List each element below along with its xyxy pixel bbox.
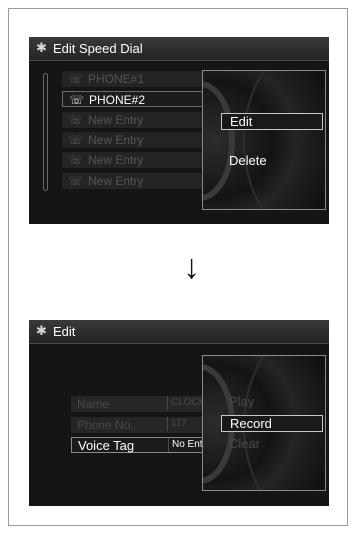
list-item-new-entry-1[interactable]: ☏ New Entry [62,112,214,128]
phone-handset-icon: ☏ [68,133,84,147]
dial-ring [243,71,325,209]
list-item-phone2[interactable]: ☏ PHONE#2 [62,91,214,107]
gear-icon: ✱ [36,323,47,338]
delete-option[interactable]: Delete [221,153,323,170]
phone-handset-icon: ☏ [68,174,84,188]
list-item-phone1[interactable]: ☏ PHONE#1 [62,71,214,87]
phone-handset-icon: ☏ [68,72,84,86]
record-option[interactable]: Record [221,415,323,432]
list-item-new-entry-3[interactable]: ☏ New Entry [62,152,214,168]
options-popup: Edit Delete [202,70,326,210]
phone-handset-icon: ☏ [68,113,84,127]
scroll-bar[interactable] [43,73,48,191]
phone-handset-icon: ☏ [68,153,84,167]
clear-option[interactable]: Clear [221,436,323,453]
screen-title: Edit [53,324,76,339]
list-item-new-entry-4[interactable]: ☏ New Entry [62,173,214,189]
phone-handset-icon: ☏ [69,93,85,107]
list-item-new-entry-2[interactable]: ☏ New Entry [62,132,214,148]
voice-tag-options-popup: Play Record Clear [202,355,326,491]
play-option[interactable]: Play [221,394,323,411]
dial-arc [203,81,235,201]
edit-screen: ✱ Edit Name CLOCK Phone No. 117 Voice Ta… [29,320,329,506]
name-field[interactable]: Name CLOCK [71,396,211,412]
phone-number-field[interactable]: Phone No. 117 [71,417,211,433]
down-arrow-icon: ↓ [183,248,200,286]
edit-speed-dial-screen: ✱ Edit Speed Dial ☏ PHONE#1 ☏ PHONE#2 ☏ … [29,37,329,224]
voice-tag-field[interactable]: Voice Tag No Entry [71,437,211,453]
gear-icon: ✱ [36,40,47,55]
title-bar: ✱ Edit Speed Dial [29,37,329,61]
edit-option[interactable]: Edit [221,113,323,130]
screen-title: Edit Speed Dial [53,41,143,56]
title-bar: ✱ Edit [29,320,329,344]
